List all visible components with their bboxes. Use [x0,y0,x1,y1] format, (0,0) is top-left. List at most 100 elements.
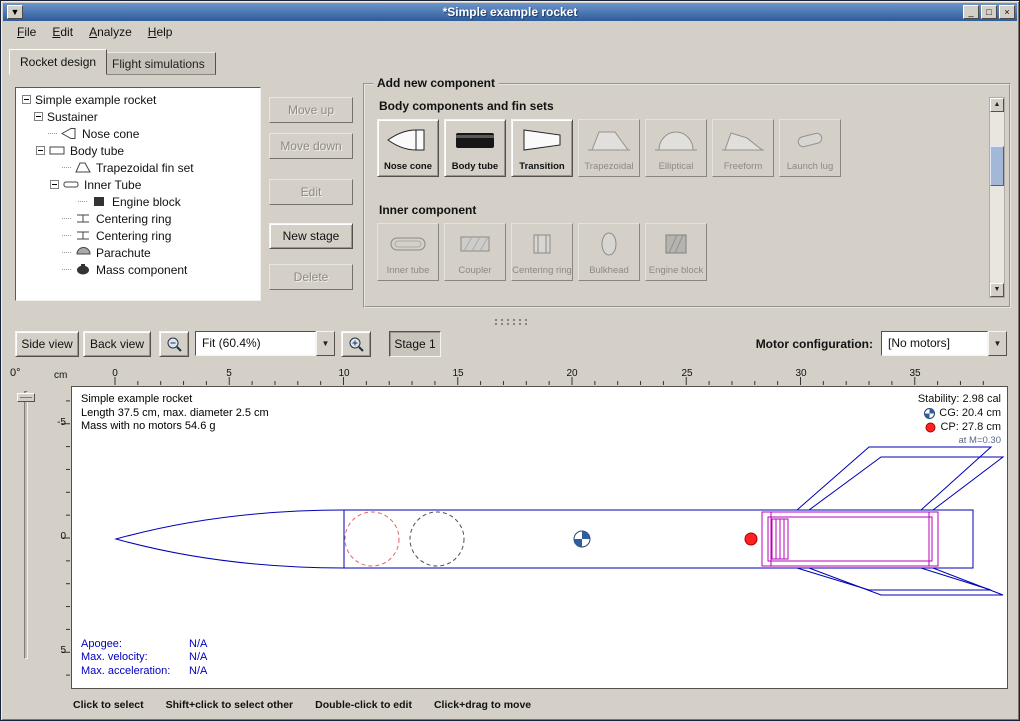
stability-info: Stability: 2.98 cal CG: 20.4 cm CP: 27.8… [918,392,1001,448]
add-inner-tube-button: Inner tube [377,223,439,281]
ruler-unit: cm [54,370,67,381]
application-window: ▼ *Simple example rocket _ □ × File Edit… [0,0,1020,721]
tree-item-body-tube[interactable]: Body tube [18,142,258,159]
motor-mount-outline [762,512,938,566]
add-trapezoidal-fin-button: Trapezoidal [578,119,640,177]
mach-value: at M=0.30 [918,434,1001,448]
main-tabs: Rocket design Flight simulations [3,45,1017,75]
status-bar: Click to select Shift+click to select ot… [3,692,1017,718]
bulkhead-icon [586,230,632,258]
hint-shift-click: Shift+click to select other [166,699,294,711]
minimize-button[interactable]: _ [963,5,979,19]
menu-file[interactable]: File [9,22,44,42]
title-bar[interactable]: ▼ *Simple example rocket _ □ × [3,3,1017,21]
add-transition-button[interactable]: Transition [511,119,573,177]
nose-cone-icon [61,127,78,140]
cg-value: CG: 20.4 cm [939,406,1001,420]
nose-cone-icon [385,126,431,154]
engine-block-icon [91,195,108,208]
parachute-icon [75,246,92,259]
tree-item-trapezoidal-fin-set[interactable]: Trapezoidal fin set [18,159,258,176]
side-view-button[interactable]: Side view [15,331,79,357]
cp-value: CP: 27.8 cm [940,420,1001,434]
add-component-panel: Add new component Body components and fi… [363,83,1011,308]
trapezoidal-fin-icon [586,126,632,154]
collapse-icon[interactable] [22,95,31,104]
chevron-down-icon[interactable]: ▼ [316,331,335,356]
rocket-canvas[interactable]: Simple example rocket Length 37.5 cm, ma… [71,386,1008,689]
hint-double-click: Double-click to edit [315,699,412,711]
tree-item-rocket[interactable]: Simple example rocket [18,91,258,108]
horizontal-ruler-ticks [71,369,1008,386]
zoom-select[interactable]: Fit (60.4%) ▼ [195,331,335,356]
body-outline [116,510,973,568]
zoom-out-icon [166,336,182,352]
tree-item-mass-component[interactable]: Mass component [18,261,258,278]
centering-ring-icon [75,212,92,225]
new-stage-button[interactable]: New stage [269,223,353,249]
stage-1-toggle[interactable]: Stage 1 [389,331,441,357]
chevron-down-icon[interactable]: ▼ [988,331,1007,356]
zoom-in-icon [348,336,364,352]
collapse-icon[interactable] [50,180,59,189]
menu-help[interactable]: Help [140,22,181,42]
hint-click-select: Click to select [73,699,144,711]
stability-value: Stability: 2.98 cal [918,392,1001,406]
scroll-up-icon[interactable]: ▲ [990,98,1004,112]
add-body-tube-button[interactable]: Body tube [444,119,506,177]
rotation-slider-thumb[interactable] [17,393,35,402]
body-tube-icon [49,144,66,157]
launch-lug-icon [787,126,833,154]
collapse-icon[interactable] [34,112,43,121]
window-title: *Simple example rocket [3,5,1017,19]
add-launch-lug-button: Launch lug [779,119,841,177]
flight-stats: Apogee:N/A Max. velocity:N/A Max. accele… [81,638,207,679]
add-engine-block-button: Engine block [645,223,707,281]
rotation-value: 0° [10,367,21,379]
transition-icon [519,126,565,154]
mass-component-icon [75,263,92,276]
tree-item-sustainer[interactable]: Sustainer [18,108,258,125]
collapse-icon[interactable] [36,146,45,155]
rocket-info: Simple example rocket Length 37.5 cm, ma… [81,393,269,434]
fin-set-outline [797,447,1003,595]
back-view-button[interactable]: Back view [83,331,151,357]
tab-flight-simulations[interactable]: Flight simulations [101,52,216,75]
add-freeform-fin-button: Freeform [712,119,774,177]
design-top-section: Simple example rocket Sustainer Nose con… [3,75,1017,315]
zoom-in-button[interactable] [341,331,371,357]
scroll-down-icon[interactable]: ▼ [990,283,1004,297]
rotation-slider[interactable] [24,391,28,659]
menu-edit[interactable]: Edit [44,22,81,42]
zoom-out-button[interactable] [159,331,189,357]
component-tree[interactable]: Simple example rocket Sustainer Nose con… [15,87,261,301]
centering-ring-icon [75,229,92,242]
body-components-label: Body components and fin sets [379,99,554,113]
tree-item-centering-ring-1[interactable]: Centering ring [18,210,258,227]
tree-item-engine-block[interactable]: Engine block [18,193,258,210]
horizontal-ruler: 0 5 10 15 20 25 30 35 [71,369,1008,386]
move-down-button: Move down [269,133,353,159]
scrollbar-thumb[interactable] [990,146,1004,186]
menu-analyze[interactable]: Analyze [81,22,140,42]
tree-item-inner-tube[interactable]: Inner Tube [18,176,258,193]
coupler-icon [452,230,498,258]
window-menu-button[interactable]: ▼ [7,5,23,19]
tree-item-nose-cone[interactable]: Nose cone [18,125,258,142]
parachute-outline [410,512,464,566]
pane-splitter[interactable] [3,315,1017,327]
elliptical-fin-icon [653,126,699,154]
motor-configuration-label: Motor configuration: [756,337,873,351]
add-elliptical-fin-button: Elliptical [645,119,707,177]
tree-item-parachute[interactable]: Parachute [18,244,258,261]
add-nose-cone-button[interactable]: Nose cone [377,119,439,177]
component-panel-scrollbar[interactable]: ▲ ▼ [989,97,1005,298]
close-button[interactable]: × [999,5,1015,19]
freeform-fin-icon [720,126,766,154]
maximize-button[interactable]: □ [981,5,997,19]
tab-rocket-design[interactable]: Rocket design [9,49,107,75]
motor-configuration-select[interactable]: [No motors] ▼ [881,331,1007,356]
tree-item-centering-ring-2[interactable]: Centering ring [18,227,258,244]
view-toolbar: Side view Back view Fit (60.4%) ▼ Stage … [3,327,1017,361]
centering-ring-icon [519,230,565,258]
